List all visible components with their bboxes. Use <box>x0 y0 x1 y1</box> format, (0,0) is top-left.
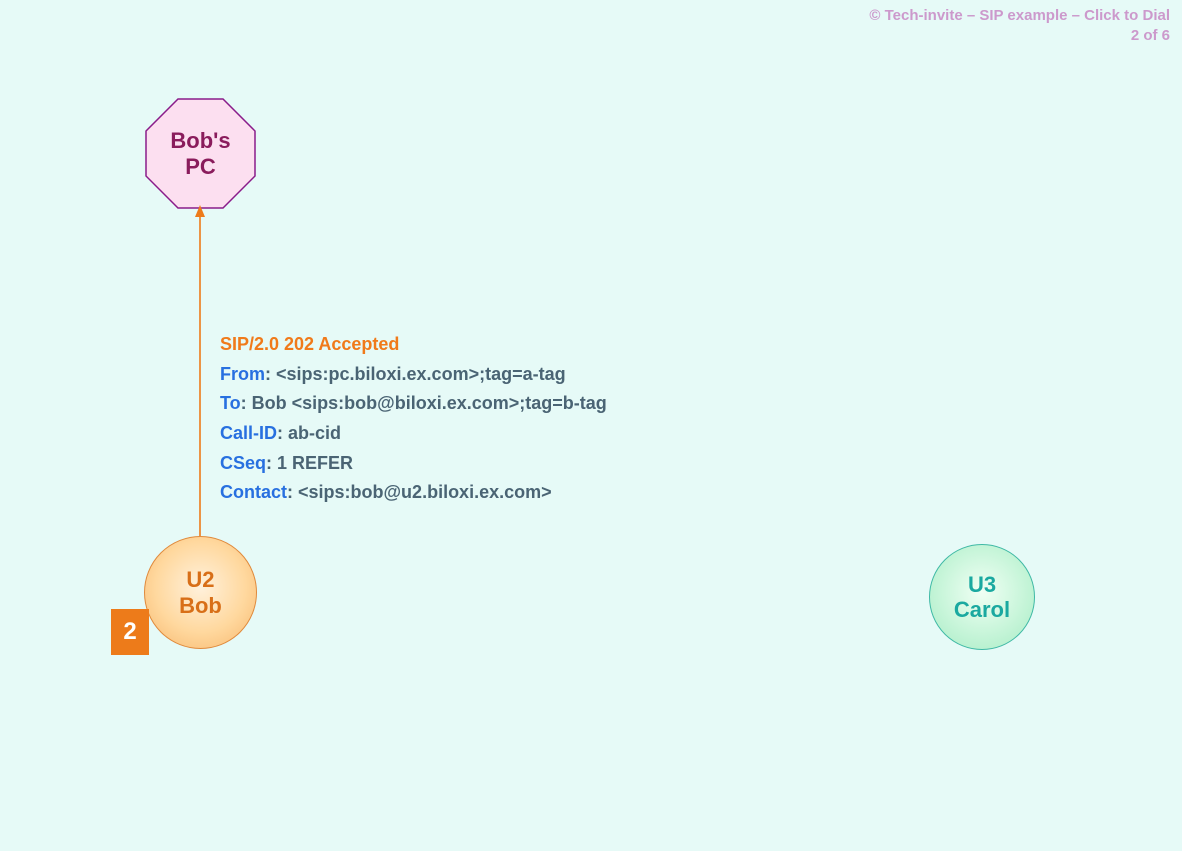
sip-status-line: SIP/2.0 202 Accepted <box>220 330 607 360</box>
hdr-val-callid: ab-cid <box>283 423 341 443</box>
hdr-name-callid: Call-ID <box>220 423 277 443</box>
hdr-name-contact: Contact <box>220 482 287 502</box>
sip-header-from: From: <sips:pc.biloxi.ex.com>;tag=a-tag <box>220 360 607 390</box>
node-bobs-pc: Bob's PC <box>145 98 256 209</box>
node-u2-bob: U2 Bob <box>144 536 257 649</box>
node-u3-carol-label: U3 Carol <box>954 572 1010 623</box>
page-indicator: 2 of 6 <box>869 26 1170 46</box>
sip-header-to: To: Bob <sips:bob@biloxi.ex.com>;tag=b-t… <box>220 389 607 419</box>
arrow-bob-to-pc <box>194 205 206 536</box>
hdr-name-from: From <box>220 364 265 384</box>
sip-header-cseq: CSeq: 1 REFER <box>220 449 607 479</box>
copyright-text: © Tech-invite – SIP example – Click to D… <box>869 6 1170 26</box>
hdr-name-to: To <box>220 393 241 413</box>
step-number-badge: 2 <box>111 609 149 655</box>
node-u2-bob-label: U2 Bob <box>179 567 222 618</box>
sip-header-callid: Call-ID: ab-cid <box>220 419 607 449</box>
sip-message: SIP/2.0 202 Accepted From: <sips:pc.bilo… <box>220 330 607 508</box>
sip-header-contact: Contact: <sips:bob@u2.biloxi.ex.com> <box>220 478 607 508</box>
hdr-val-from: <sips:pc.biloxi.ex.com>;tag=a-tag <box>271 364 566 384</box>
hdr-val-cseq: 1 REFER <box>272 453 353 473</box>
hdr-name-cseq: CSeq <box>220 453 266 473</box>
hdr-val-contact: <sips:bob@u2.biloxi.ex.com> <box>293 482 552 502</box>
node-bobs-pc-label: Bob's PC <box>145 98 256 209</box>
diagram-canvas: © Tech-invite – SIP example – Click to D… <box>0 0 1182 851</box>
arrow-up-icon <box>194 205 206 536</box>
hdr-val-to: Bob <sips:bob@biloxi.ex.com>;tag=b-tag <box>247 393 607 413</box>
node-u3-carol: U3 Carol <box>929 544 1035 650</box>
copyright-block: © Tech-invite – SIP example – Click to D… <box>869 6 1170 47</box>
step-number: 2 <box>123 618 136 646</box>
